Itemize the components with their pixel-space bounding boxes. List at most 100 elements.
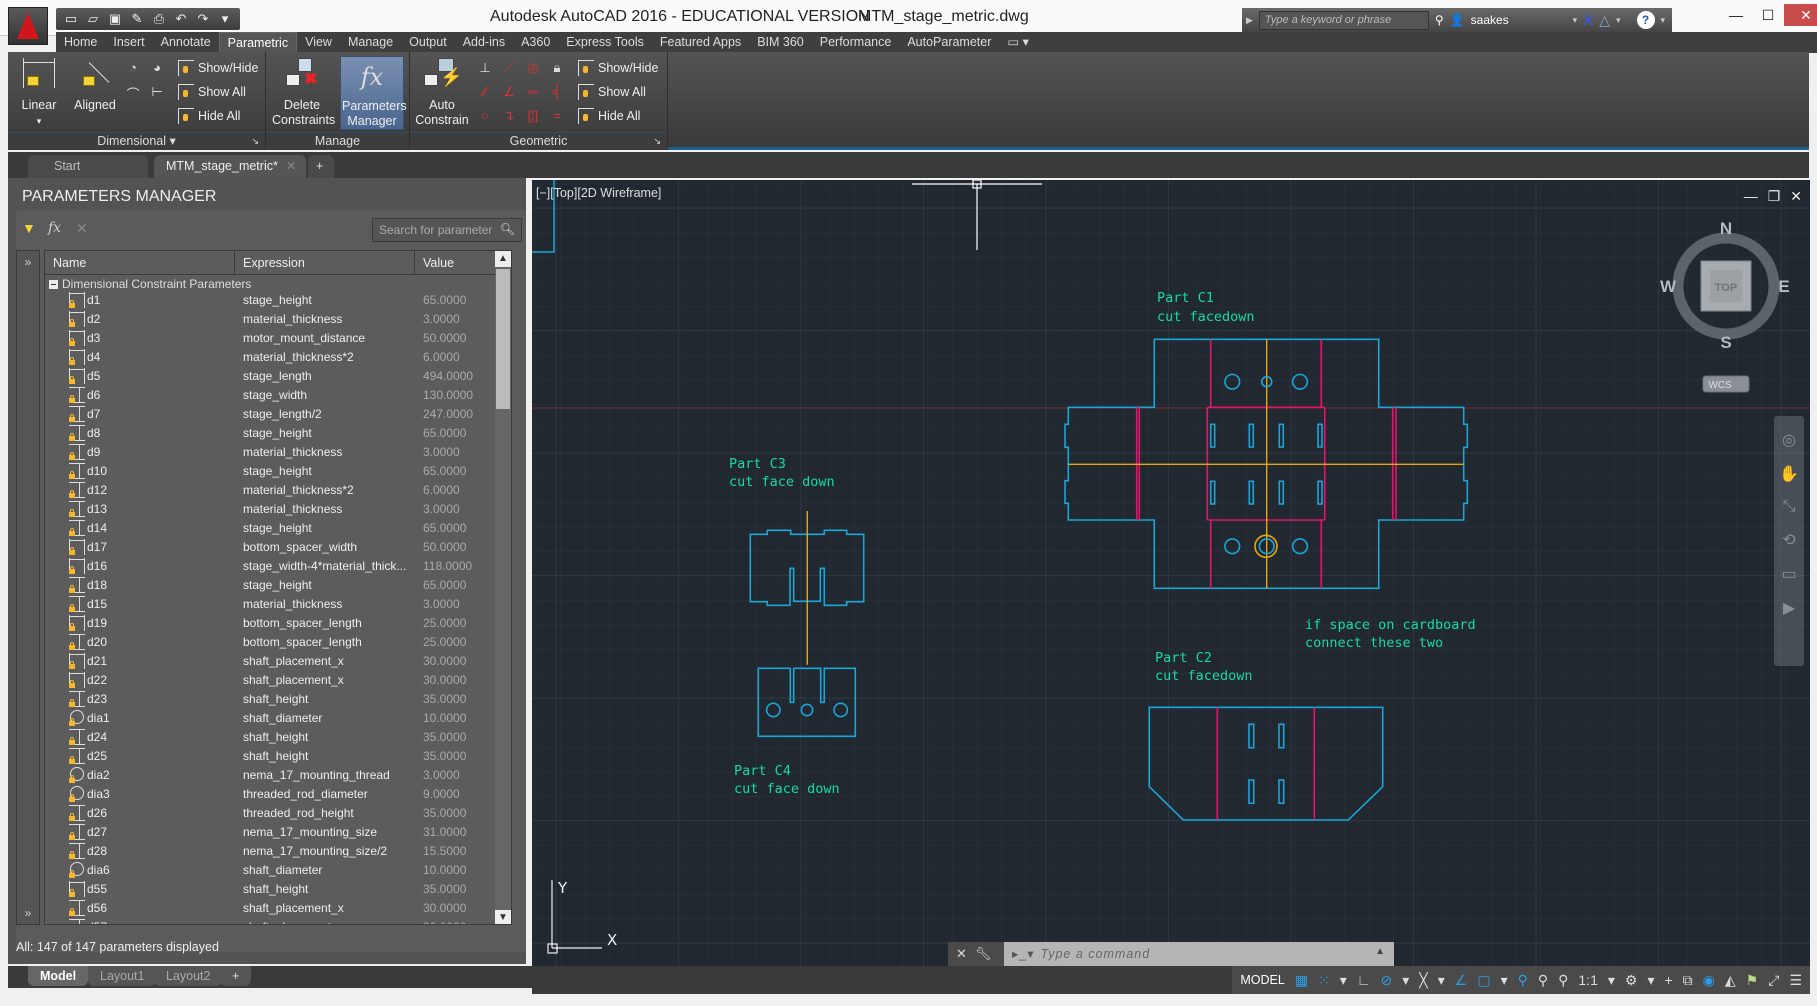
geo-show-all-button[interactable]: Show All [578,84,646,100]
iso-dropdown-icon[interactable]: ▾ [1434,972,1449,989]
orbit-icon[interactable]: ⟲ [1774,530,1804,550]
parameter-row[interactable]: d5 stage_length 494.0000 [45,367,495,386]
annotation-scale-value[interactable]: 1:1 [1574,972,1601,988]
filter-tree-expand[interactable]: »» [16,250,40,925]
parameter-expression[interactable]: stage_length/2 [243,407,413,421]
polar-tracking-icon[interactable]: ⊘ [1377,972,1397,989]
close-command-line-icon[interactable]: ✕ [956,946,967,962]
ribbon-tab-autoparameter[interactable]: AutoParameter [899,32,999,53]
record-icon[interactable]: ▶ [1774,598,1804,618]
parameter-name[interactable]: dia6 [87,863,110,877]
collapse-icon[interactable] [49,279,58,289]
parameter-row[interactable]: d22 shaft_placement_x 30.0000 [45,671,495,690]
binoculars-icon[interactable]: ⚲ [1435,13,1444,27]
parameter-name[interactable]: d15 [87,597,107,611]
ribbon-tab-bim-360[interactable]: BIM 360 [749,32,812,53]
equal-icon[interactable]: = [548,108,566,123]
annotation-visibility-icon[interactable]: ⚲ [1514,972,1532,989]
parameter-name[interactable]: d56 [87,901,107,915]
viewcube-north[interactable]: N [1720,219,1732,238]
horizontal-icon[interactable]: ═ [524,84,542,99]
diameter-constraint-icon[interactable]: ⌒ [124,84,142,103]
parameter-expression[interactable]: shaft_height [243,882,413,896]
parameter-expression[interactable]: shaft_height [243,730,413,744]
add-layout-button[interactable]: + [220,966,252,986]
parameter-name[interactable]: d12 [87,483,107,497]
redo-icon[interactable]: ↷ [194,11,212,27]
parameter-row[interactable]: d8 stage_height 65.0000 [45,424,495,443]
parameter-row[interactable]: d12 material_thickness*2 6.0000 [45,481,495,500]
ribbon-tab-output[interactable]: Output [401,32,455,53]
parameter-name[interactable]: d20 [87,635,107,649]
parameter-expression[interactable]: shaft_placement_x [243,920,413,924]
scroll-down-icon[interactable]: ▼ [495,910,511,924]
parameter-name[interactable]: d5 [87,369,100,383]
parameter-name[interactable]: d8 [87,426,100,440]
parameter-expression[interactable]: bottom_spacer_length [243,616,413,630]
expand-chevron-bottom-icon[interactable]: » [17,906,39,920]
parameter-expression[interactable]: stage_width-4*material_thick... [243,559,413,573]
ribbon-tab-annotate[interactable]: Annotate [153,32,219,53]
new-icon[interactable]: ▭ [62,11,80,27]
dim-hide-all-button[interactable]: Hide All [178,108,240,124]
parameter-expression[interactable]: shaft_height [243,692,413,706]
layout-tab-layout1[interactable]: Layout1 [88,966,157,986]
parameter-row[interactable]: d7 stage_length/2 247.0000 [45,405,495,424]
parameter-expression[interactable]: shaft_placement_x [243,654,413,668]
parameter-row[interactable]: d16 stage_width-4*material_thick... 118.00… [45,557,495,576]
annotation-monitor-icon[interactable]: + [1660,972,1676,988]
keyword-search-input[interactable]: Type a keyword or phrase [1258,10,1429,30]
collinear-icon[interactable]: ⟋ [500,60,518,76]
angular-constraint-icon[interactable]: ◔ [124,60,142,75]
parameter-name[interactable]: d17 [87,540,107,554]
parameter-expression[interactable]: shaft_diameter [243,863,413,877]
ribbon-tab-featured-apps[interactable]: Featured Apps [652,32,749,53]
parameter-expression[interactable]: bottom_spacer_width [243,540,413,554]
parameter-expression[interactable]: material_thickness [243,502,413,516]
delete-parameter-icon[interactable]: ✕ [76,220,88,237]
column-header-value[interactable]: Value [415,251,495,274]
close-button[interactable]: ✕ [1784,4,1817,26]
ribbon-tab-performance[interactable]: Performance [812,32,900,53]
parameter-expression[interactable]: motor_mount_distance [243,331,413,345]
parameter-row[interactable]: d1 stage_height 65.0000 [45,291,495,310]
parameter-expression[interactable]: threaded_rod_height [243,806,413,820]
steering-wheel-icon[interactable]: ◎ [1774,430,1804,450]
parameter-name[interactable]: dia2 [87,768,110,782]
parameter-row[interactable]: d17 bottom_spacer_width 50.0000 [45,538,495,557]
parameter-name[interactable]: d22 [87,673,107,687]
osnap-dropdown-icon[interactable]: ▾ [1497,972,1512,989]
parameter-row[interactable]: d23 shaft_height 35.0000 [45,690,495,709]
parameter-row[interactable]: dia2 nema_17_mounting_thread 3.0000 [45,766,495,785]
linear-button[interactable]: Linear ▾ [16,58,62,129]
parameter-name[interactable]: d28 [87,844,107,858]
a360-icon[interactable]: △ [1599,12,1610,29]
model-space-toggle[interactable]: MODEL [1236,973,1288,987]
parameter-row[interactable]: d21 shaft_placement_x 30.0000 [45,652,495,671]
new-tab-button[interactable]: + [308,155,334,178]
parameter-name[interactable]: d25 [87,749,107,763]
parameter-name[interactable]: d55 [87,882,107,896]
parameter-row[interactable]: d13 material_thickness 3.0000 [45,500,495,519]
drawing-canvas[interactable]: Part C1 cut facedown Part C3 cut face down P… [532,180,1810,966]
ribbon-tab-insert[interactable]: Insert [105,32,152,53]
column-header-expression[interactable]: Expression [235,251,415,274]
annotation-scale-icon[interactable]: ⚲ [1554,972,1572,989]
polar-dropdown-icon[interactable]: ▾ [1398,972,1413,989]
parameters-manager-button[interactable]: fx Parameters Manager [340,56,407,130]
viewcube-east[interactable]: E [1778,277,1789,296]
panel-label-dimensional[interactable]: Dimensional ▾ ↘ [8,132,265,150]
geo-show-hide-button[interactable]: Show/Hide [578,60,658,76]
parameter-expression[interactable]: material_thickness [243,597,413,611]
parameter-row[interactable]: d14 stage_height 65.0000 [45,519,495,538]
parameter-name[interactable]: d18 [87,578,107,592]
vertical-icon[interactable]: ╡ [548,84,566,99]
parameter-expression[interactable]: shaft_placement_x [243,901,413,915]
parameter-search-input[interactable]: Search for parameter 🔍︎ [372,218,522,242]
parameter-name[interactable]: d14 [87,521,107,535]
parameter-row[interactable]: d4 material_thickness*2 6.0000 [45,348,495,367]
parameter-row[interactable]: d6 stage_width 130.0000 [45,386,495,405]
zoom-extents-icon[interactable]: ⤡ [1774,498,1804,516]
parameter-name[interactable]: d23 [87,692,107,706]
ribbon-tab-parametric[interactable]: Parametric [218,32,298,53]
